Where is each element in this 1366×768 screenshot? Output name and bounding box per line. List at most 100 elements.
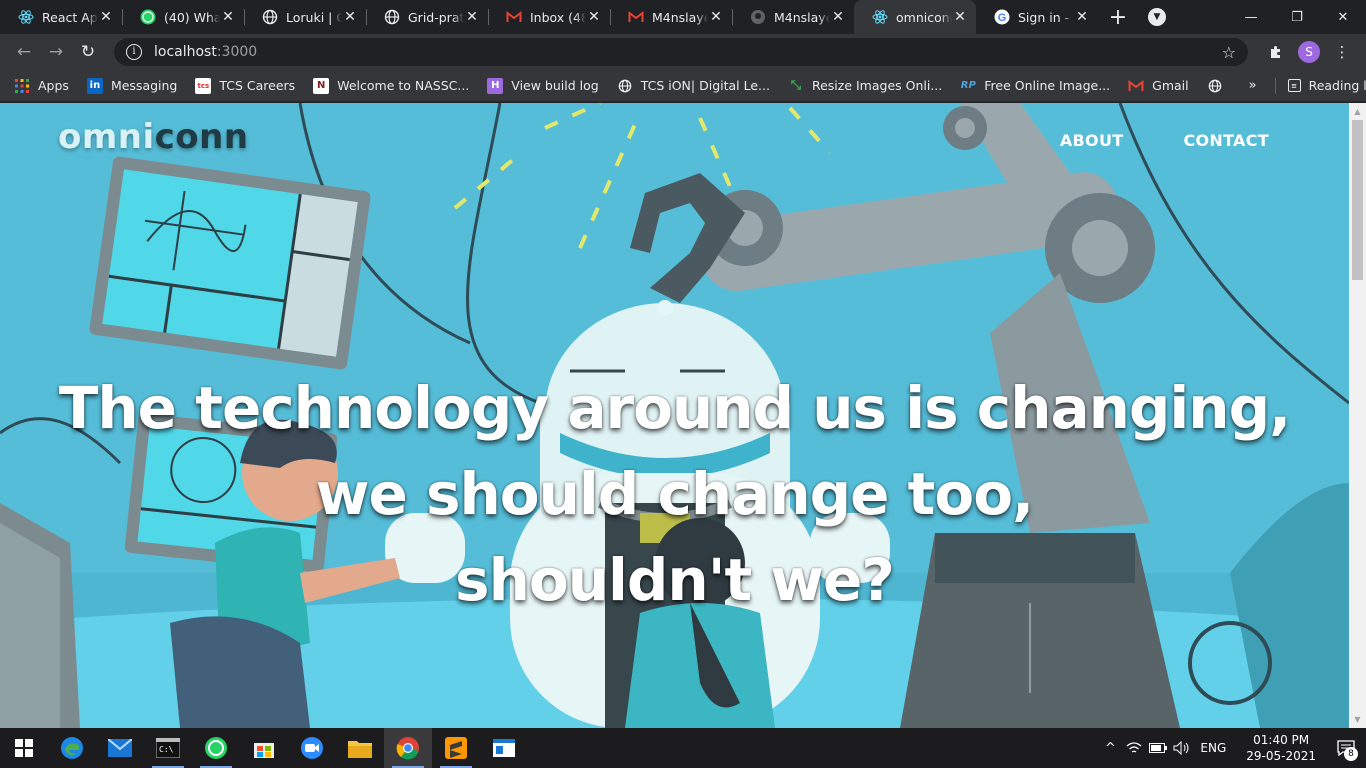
tab-close-icon[interactable]: ✕ <box>464 9 480 25</box>
zoom-icon[interactable] <box>288 728 336 768</box>
tab-m4nslayer-gmail[interactable]: M4nslayeR ✕ <box>610 0 732 34</box>
arrow-left-icon: ← <box>16 42 32 62</box>
terminal-icon[interactable]: C:\ <box>144 728 192 768</box>
bookmark-build-log[interactable]: H View build log <box>487 77 599 94</box>
tab-loruki[interactable]: Loruki | Cloud ✕ <box>244 0 366 34</box>
scrollbar-thumb[interactable] <box>1352 120 1363 280</box>
chevron-up-icon[interactable]: ^ <box>1098 741 1122 756</box>
menu-button[interactable]: ⋮ <box>1326 38 1358 66</box>
google-icon: G <box>994 9 1010 25</box>
tab-title: omniconn <box>896 9 952 25</box>
tab-search-icon[interactable]: ▼ <box>1148 8 1166 26</box>
bookmark-label: TCS iON| Digital Le... <box>640 78 770 93</box>
notification-center-button[interactable]: 8 <box>1326 728 1366 768</box>
tab-google-signin[interactable]: G Sign in - Google ✕ <box>976 0 1098 34</box>
tab-grid-pratice[interactable]: Grid-pratice ✕ <box>366 0 488 34</box>
svg-text:C:\: C:\ <box>159 745 174 754</box>
chrome-icon[interactable] <box>384 728 432 768</box>
bookmark-label: Welcome to NASSC... <box>337 78 470 93</box>
bookmark-resize-images[interactable]: ⤡ Resize Images Onli... <box>788 78 943 94</box>
tab-title: Sign in - Google <box>1018 9 1074 25</box>
kebab-menu-icon: ⋮ <box>1334 43 1350 61</box>
wifi-icon[interactable] <box>1122 741 1146 755</box>
reload-button[interactable]: ↻ <box>72 38 104 66</box>
globe-icon <box>384 9 400 25</box>
tab-close-icon[interactable]: ✕ <box>708 9 724 25</box>
tab-close-icon[interactable]: ✕ <box>1074 9 1090 25</box>
forward-button[interactable]: → <box>40 38 72 66</box>
page-scrollbar[interactable]: ▲ ▼ <box>1349 103 1366 728</box>
edge-icon[interactable] <box>48 728 96 768</box>
tab-omniconn[interactable]: omniconn ✕ <box>854 0 976 34</box>
tab-close-icon[interactable]: ✕ <box>220 9 236 25</box>
more-bookmarks-button[interactable]: » <box>1249 78 1257 93</box>
windows-start-icon[interactable] <box>0 728 48 768</box>
nav-about-link[interactable]: ABOUT <box>1060 131 1124 150</box>
bookmark-star-icon[interactable]: ☆ <box>1222 43 1236 62</box>
app-window-icon[interactable] <box>480 728 528 768</box>
tab-inbox[interactable]: Inbox (487) ✕ <box>488 0 610 34</box>
whatsapp-icon[interactable] <box>192 728 240 768</box>
bookmark-messaging[interactable]: in Messaging <box>86 77 177 94</box>
url-text: localhost:3000 <box>154 44 257 60</box>
restore-button[interactable]: ❐ <box>1274 0 1320 34</box>
scroll-down-icon[interactable]: ▼ <box>1349 711 1366 728</box>
clock-date: 29-05-2021 <box>1246 749 1316 763</box>
react-icon <box>18 9 34 25</box>
tab-close-icon[interactable]: ✕ <box>98 9 114 25</box>
address-bar[interactable]: i localhost:3000 ☆ <box>114 38 1248 66</box>
bookmark-label: Gmail <box>1152 78 1189 93</box>
profile-avatar[interactable]: S <box>1298 41 1320 63</box>
tab-title: React App <box>42 9 98 25</box>
divider <box>1274 77 1276 94</box>
tab-react-app[interactable]: React App ✕ <box>0 0 122 34</box>
minimize-button[interactable]: — <box>1228 0 1274 34</box>
github-icon <box>750 9 766 25</box>
tab-close-icon[interactable]: ✕ <box>952 9 968 25</box>
tab-title: M4nslayeR <box>652 9 708 25</box>
language-indicator[interactable]: ENG <box>1200 741 1226 755</box>
tab-close-icon[interactable]: ✕ <box>342 9 358 25</box>
reload-icon: ↻ <box>80 42 96 62</box>
puzzle-icon <box>1271 46 1280 58</box>
page-viewport: omniconn ABOUT CONTACT The technology ar… <box>0 103 1349 728</box>
close-window-button[interactable]: ✕ <box>1320 0 1366 34</box>
tab-m4nslayer-github[interactable]: M4nslayeR ✕ <box>732 0 854 34</box>
bookmark-nasscom[interactable]: N Welcome to NASSC... <box>313 77 470 94</box>
bookmark-tcs-ion[interactable]: TCS iON| Digital Le... <box>617 78 770 94</box>
tcs-icon: tcs <box>195 77 212 94</box>
tab-whatsapp[interactable]: (40) WhatsApp ✕ <box>122 0 244 34</box>
store-icon[interactable] <box>240 728 288 768</box>
back-button[interactable]: ← <box>8 38 40 66</box>
scroll-up-icon[interactable]: ▲ <box>1349 103 1366 120</box>
bookmark-apps[interactable]: Apps <box>14 78 69 94</box>
system-clock[interactable]: 01:40 PM 29-05-2021 <box>1246 732 1316 764</box>
bookmark-globe[interactable] <box>1207 78 1231 94</box>
whatsapp-icon <box>140 9 156 25</box>
reading-list-button[interactable]: ≡ Reading list <box>1287 78 1366 93</box>
logo-part-omni: omni <box>58 117 155 157</box>
sublime-text-icon[interactable] <box>432 728 480 768</box>
bookmark-gmail[interactable]: Gmail <box>1128 78 1189 94</box>
hero-line-1: The technology around us is changing, <box>58 374 1291 442</box>
linkedin-icon: in <box>86 77 103 94</box>
nav-contact-link[interactable]: CONTACT <box>1183 131 1269 150</box>
bookmark-free-online-image[interactable]: RP Free Online Image... <box>960 78 1110 94</box>
mail-icon[interactable] <box>96 728 144 768</box>
bookmark-tcs-careers[interactable]: tcs TCS Careers <box>195 77 295 94</box>
hero-heading: The technology around us is changing, we… <box>0 365 1349 623</box>
battery-icon[interactable] <box>1146 743 1170 753</box>
tab-close-icon[interactable]: ✕ <box>830 9 846 25</box>
site-logo[interactable]: omniconn <box>58 117 249 157</box>
file-explorer-icon[interactable] <box>336 728 384 768</box>
tab-close-icon[interactable]: ✕ <box>586 9 602 25</box>
bookmark-label: Apps <box>38 78 69 93</box>
tab-title: M4nslayeR <box>774 9 830 25</box>
rp-icon: RP <box>960 80 976 91</box>
globe-icon <box>617 78 633 94</box>
volume-icon[interactable] <box>1170 741 1194 755</box>
clock-time: 01:40 PM <box>1253 733 1310 747</box>
new-tab-button[interactable]: + <box>1104 0 1132 34</box>
extensions-button[interactable] <box>1260 38 1292 66</box>
site-info-icon[interactable]: i <box>126 44 142 60</box>
